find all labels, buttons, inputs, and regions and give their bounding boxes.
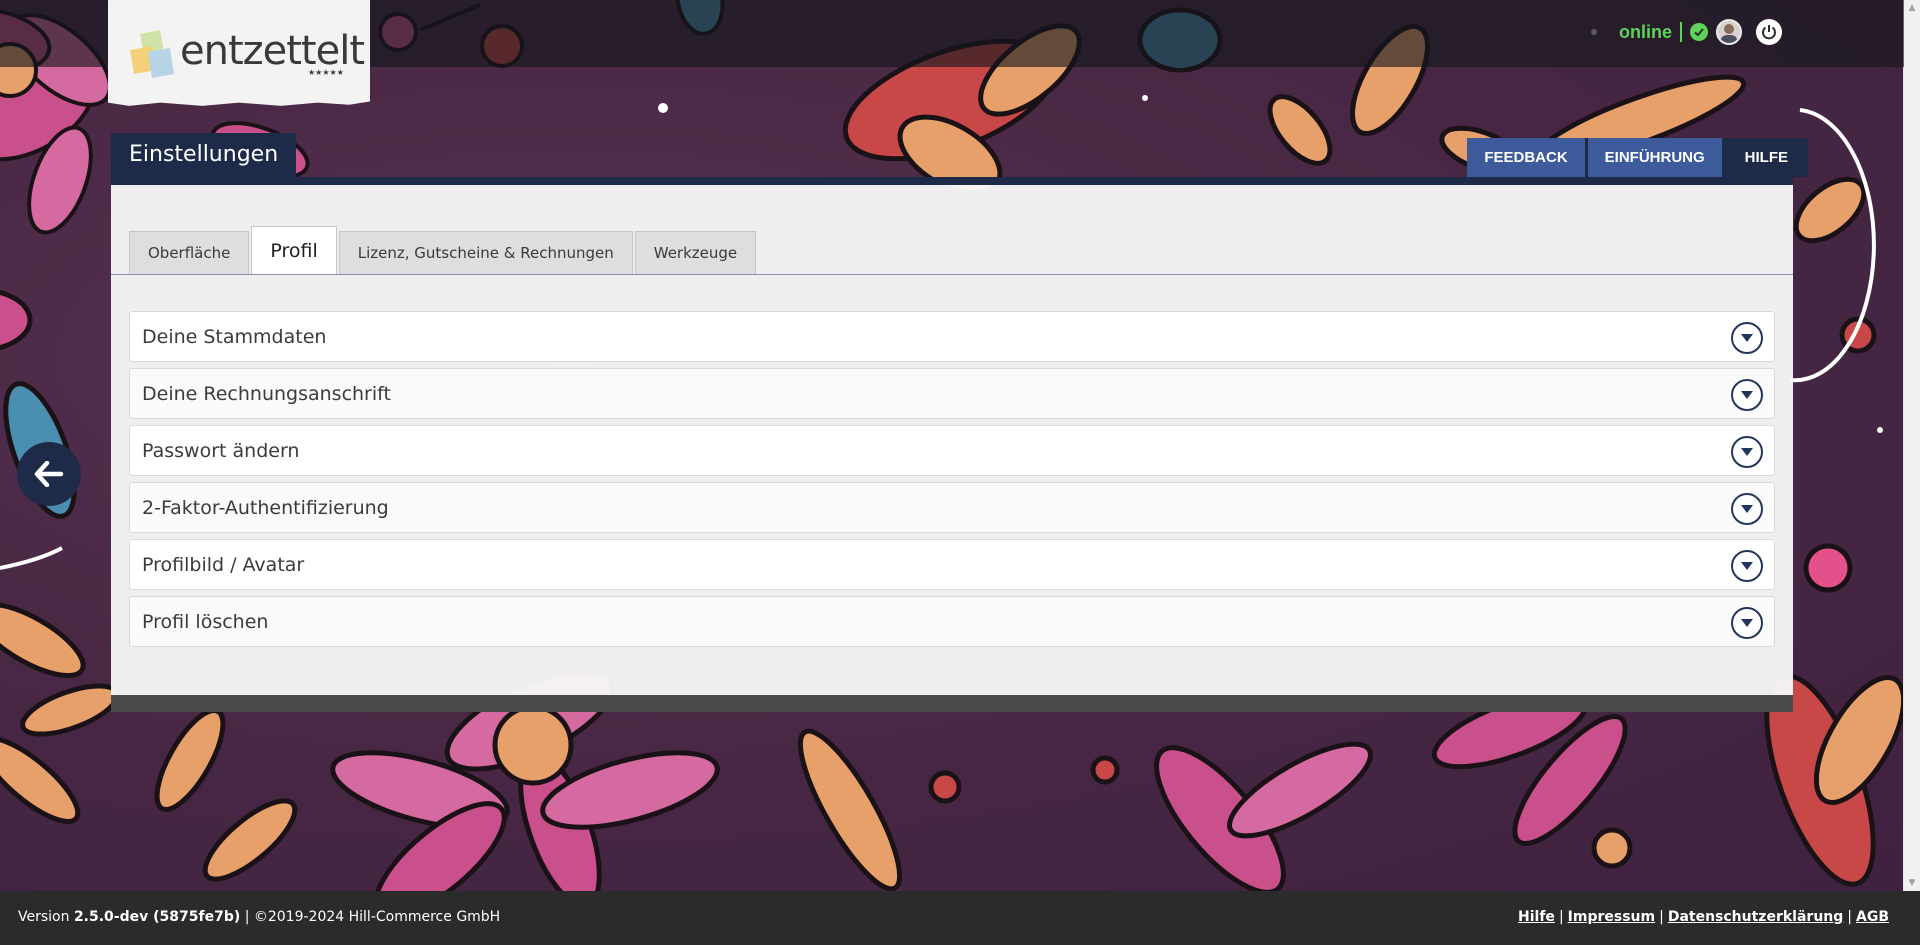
profile-accordion: Deine Stammdaten Deine Rechnungsanschrif… [129, 311, 1775, 653]
tab-werkzeuge[interactable]: Werkzeuge [634, 231, 757, 274]
footer-separator: | [1558, 909, 1564, 925]
feedback-button[interactable]: FEEDBACK [1467, 138, 1585, 177]
scroll-up-arrow-icon[interactable]: ▲ [1904, 0, 1920, 16]
arrow-left-icon [34, 461, 64, 487]
logo-card[interactable]: entzettelt ★★★★★ [108, 0, 370, 106]
chevron-down-icon[interactable] [1731, 607, 1763, 639]
status-dot [1591, 29, 1597, 35]
avatar[interactable] [1716, 19, 1742, 45]
accordion-item-profilbild[interactable]: Profilbild / Avatar [129, 539, 1775, 590]
chevron-down-icon[interactable] [1731, 436, 1763, 468]
accordion-item-rechnungsanschrift[interactable]: Deine Rechnungsanschrift [129, 368, 1775, 419]
accordion-item-label: Profilbild / Avatar [142, 554, 305, 576]
footer-separator: | [1659, 909, 1664, 925]
footer-links: Hilfe | Impressum | Datenschutzerklärung… [1518, 909, 1889, 925]
panel-footer-bar [111, 695, 1793, 712]
version-number: 2.5.0-dev (5875fe7b) [73, 909, 241, 925]
footer-link-impressum[interactable]: Impressum [1568, 909, 1655, 925]
tab-oberflaeche[interactable]: Oberfläche [129, 231, 250, 274]
tab-lizenz[interactable]: Lizenz, Gutscheine & Rechnungen [338, 231, 633, 274]
chevron-down-icon[interactable] [1731, 322, 1763, 354]
accordion-item-2fa[interactable]: 2-Faktor-Authentifizierung [129, 482, 1775, 533]
help-button[interactable]: HILFE [1724, 138, 1808, 177]
page-footer: Version 2.5.0-dev (5875fe7b) | ©2019-202… [0, 891, 1920, 945]
panel-header-band [111, 177, 1793, 185]
user-status-group: online [1591, 19, 1782, 45]
tabs-divider [111, 274, 1793, 275]
accordion-item-label: Deine Rechnungsanschrift [142, 383, 391, 405]
version-prefix: Version [18, 909, 74, 925]
settings-tabs: Oberfläche Profil Lizenz, Gutscheine & R… [129, 226, 758, 274]
power-icon[interactable] [1756, 19, 1782, 45]
intro-button[interactable]: EINFÜHRUNG [1587, 138, 1722, 177]
chevron-down-icon[interactable] [1731, 550, 1763, 582]
copyright-text: | ©2019-2024 Hill-Commerce GmbH [240, 909, 501, 925]
online-status-text: online [1619, 21, 1672, 42]
panel-header-buttons: FEEDBACK EINFÜHRUNG HILFE [1467, 138, 1808, 177]
footer-link-agb[interactable]: AGB [1856, 909, 1889, 925]
accordion-item-stammdaten[interactable]: Deine Stammdaten [129, 311, 1775, 362]
accordion-item-label: 2-Faktor-Authentifizierung [142, 497, 389, 519]
vertical-scrollbar[interactable]: ▲ ▼ [1903, 0, 1920, 891]
tab-profil[interactable]: Profil [251, 226, 337, 274]
status-separator [1680, 22, 1682, 42]
logo-mark-icon [130, 30, 174, 78]
settings-panel: Oberfläche Profil Lizenz, Gutscheine & R… [111, 185, 1793, 695]
footer-separator: | [1847, 909, 1852, 925]
back-button[interactable] [17, 442, 81, 506]
version-info: Version 2.5.0-dev (5875fe7b) | ©2019-202… [18, 909, 500, 925]
footer-link-datenschutz[interactable]: Datenschutzerklärung [1668, 909, 1843, 925]
accordion-item-profil-loeschen[interactable]: Profil löschen [129, 596, 1775, 647]
accordion-item-passwort[interactable]: Passwort ändern [129, 425, 1775, 476]
panel-title: Einstellungen [111, 133, 297, 177]
accordion-item-label: Profil löschen [142, 611, 269, 633]
footer-link-hilfe[interactable]: Hilfe [1518, 909, 1555, 925]
chevron-down-icon[interactable] [1731, 379, 1763, 411]
accordion-item-label: Passwort ändern [142, 440, 300, 462]
chevron-down-icon[interactable] [1731, 493, 1763, 525]
accordion-item-label: Deine Stammdaten [142, 326, 327, 348]
check-circle-icon [1690, 23, 1708, 41]
scroll-down-arrow-icon[interactable]: ▼ [1904, 875, 1920, 891]
logo-stars: ★★★★★ [308, 68, 344, 77]
